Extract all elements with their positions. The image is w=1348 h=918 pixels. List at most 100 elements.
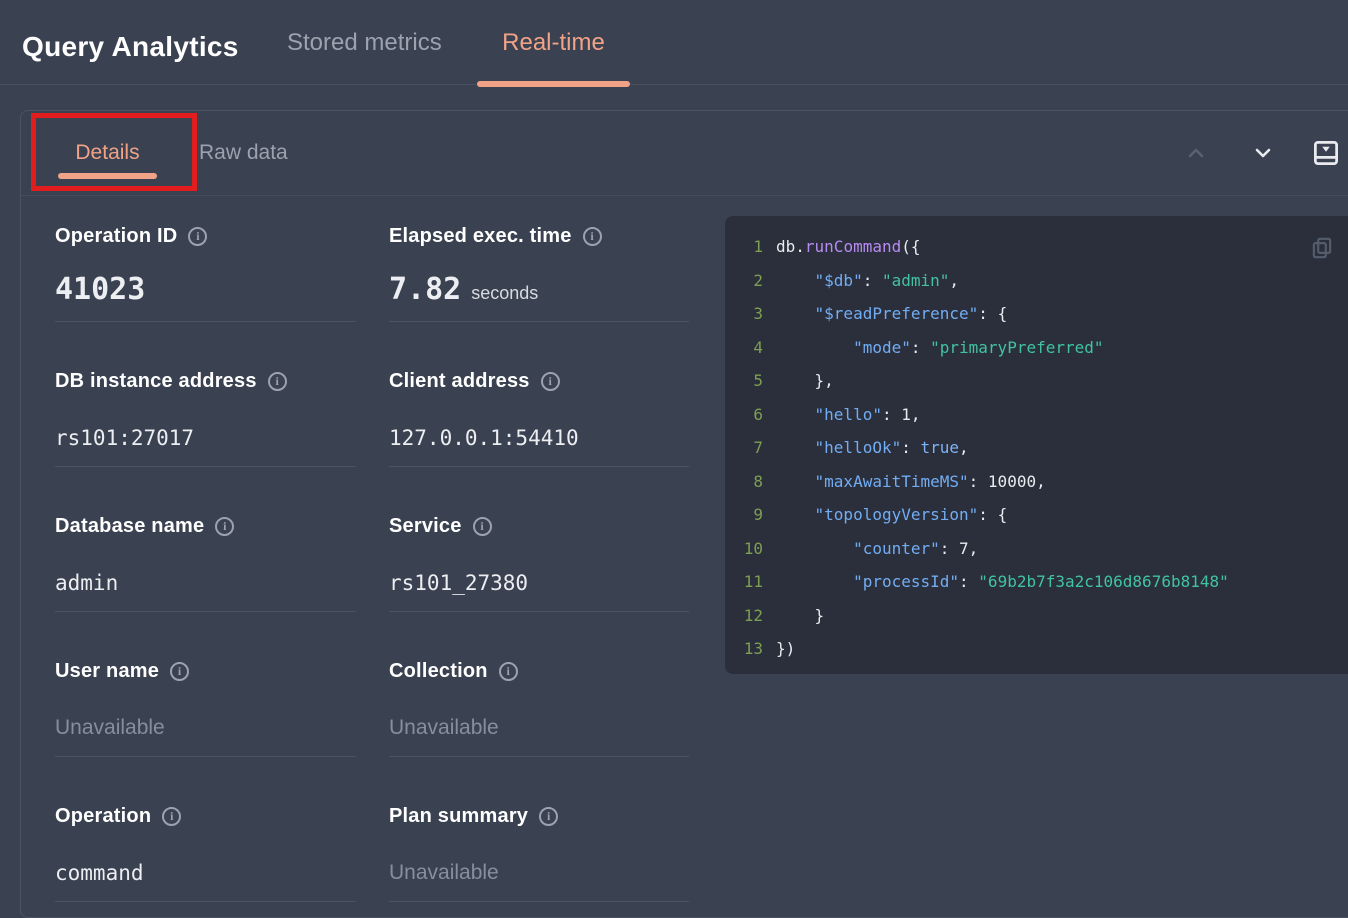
field-db-instance-address: DB instance address i rs101:27017	[55, 370, 356, 467]
query-details-fields: Operation ID i 41023 Elapsed exec. time …	[55, 225, 689, 902]
code-line: 12 }	[725, 599, 1348, 633]
info-icon[interactable]: i	[473, 517, 492, 536]
code-text: "topologyVersion": {	[776, 505, 1007, 524]
line-number: 4	[725, 338, 763, 357]
copy-button[interactable]	[1309, 235, 1335, 261]
chevron-down-button[interactable]	[1249, 139, 1277, 167]
code-text: "maxAwaitTimeMS": 10000,	[776, 472, 1046, 491]
field-label: Elapsed exec. time	[389, 225, 572, 248]
info-icon[interactable]: i	[268, 372, 287, 391]
page-title: Query Analytics	[22, 31, 239, 63]
line-number: 13	[725, 639, 763, 658]
code-text: },	[776, 371, 834, 390]
info-icon[interactable]: i	[583, 227, 602, 246]
details-tab-underline	[58, 173, 157, 179]
info-icon[interactable]: i	[170, 662, 189, 681]
code-line: 11 "processId": "69b2b7f3a2c106d8676b814…	[725, 565, 1348, 599]
field-label: Operation ID	[55, 225, 177, 248]
field-label: Client address	[389, 370, 530, 393]
field-value: Unavailable	[389, 861, 689, 885]
code-line: 4 "mode": "primaryPreferred"	[725, 331, 1348, 365]
code-lines: 1 db.runCommand({ 2 "$db": "admin", 3 "$…	[725, 230, 1348, 666]
info-icon[interactable]: i	[215, 517, 234, 536]
code-text: "$readPreference": {	[776, 304, 1007, 323]
field-value: admin	[55, 571, 356, 595]
field-elapsed-exec-time: Elapsed exec. time i 7.82seconds	[389, 225, 689, 322]
code-text: "helloOk": true,	[776, 438, 969, 457]
line-number: 7	[725, 438, 763, 457]
copy-icon	[1309, 235, 1335, 261]
field-plan-summary: Plan summary i Unavailable	[389, 805, 689, 902]
info-icon[interactable]: i	[539, 807, 558, 826]
info-icon[interactable]: i	[162, 807, 181, 826]
line-number: 2	[725, 271, 763, 290]
code-text: }	[776, 606, 824, 625]
code-line: 6 "hello": 1,	[725, 398, 1348, 432]
tab-raw-data-label: Raw data	[199, 141, 288, 165]
tab-real-time[interactable]: Real-time	[477, 0, 630, 85]
tab-details[interactable]: Details	[58, 111, 157, 195]
code-line: 1 db.runCommand({	[725, 230, 1348, 264]
field-client-address: Client address i 127.0.0.1:54410	[389, 370, 689, 467]
field-label: Service	[389, 515, 462, 538]
line-number: 3	[725, 304, 763, 323]
code-line: 5 },	[725, 364, 1348, 398]
line-number: 9	[725, 505, 763, 524]
field-user-name: User name i Unavailable	[55, 660, 356, 757]
field-value: 127.0.0.1:54410	[389, 426, 689, 450]
code-text: "hello": 1,	[776, 405, 921, 424]
field-value: rs101:27017	[55, 426, 356, 450]
chevron-down-icon	[1251, 141, 1275, 165]
info-icon[interactable]: i	[541, 372, 560, 391]
field-label: Plan summary	[389, 805, 528, 828]
code-text: "counter": 7,	[776, 539, 978, 558]
active-tab-underline	[477, 81, 630, 87]
code-line: 10 "counter": 7,	[725, 532, 1348, 566]
field-label: Database name	[55, 515, 204, 538]
query-code-block: 1 db.runCommand({ 2 "$db": "admin", 3 "$…	[725, 216, 1348, 674]
code-line: 13 })	[725, 632, 1348, 666]
field-database-name: Database name i admin	[55, 515, 356, 612]
field-value: 7.82seconds	[389, 272, 689, 307]
tab-stored-metrics[interactable]: Stored metrics	[287, 0, 442, 85]
field-operation-id: Operation ID i 41023	[55, 225, 356, 322]
code-text: })	[776, 639, 795, 658]
field-label: DB instance address	[55, 370, 257, 393]
line-number: 1	[725, 237, 763, 256]
field-collection: Collection i Unavailable	[389, 660, 689, 757]
field-value: Unavailable	[389, 716, 689, 740]
code-text: "mode": "primaryPreferred"	[776, 338, 1104, 357]
app-header: Query Analytics Stored metrics Real-time	[0, 0, 1348, 85]
code-line: 8 "maxAwaitTimeMS": 10000,	[725, 465, 1348, 499]
chevron-up-icon	[1184, 141, 1208, 165]
tab-details-label: Details	[75, 141, 139, 165]
field-label: Collection	[389, 660, 488, 683]
field-service: Service i rs101_27380	[389, 515, 689, 612]
field-value: Unavailable	[55, 716, 356, 740]
field-value: rs101_27380	[389, 571, 689, 595]
code-line: 9 "topologyVersion": {	[725, 498, 1348, 532]
code-line: 3 "$readPreference": {	[725, 297, 1348, 331]
field-label: User name	[55, 660, 159, 683]
line-number: 5	[725, 371, 763, 390]
line-number: 6	[725, 405, 763, 424]
field-label: Operation	[55, 805, 151, 828]
code-text: "processId": "69b2b7f3a2c106d8676b8148"	[776, 572, 1229, 591]
panel-tabbar: Details Raw data	[21, 111, 1348, 196]
field-operation: Operation i command	[55, 805, 356, 902]
code-line: 2 "$db": "admin",	[725, 264, 1348, 298]
field-value: command	[55, 861, 356, 885]
field-value: 41023	[55, 272, 356, 307]
tab-stored-metrics-label: Stored metrics	[287, 29, 442, 57]
line-number: 10	[725, 539, 763, 558]
info-icon[interactable]: i	[188, 227, 207, 246]
line-number: 8	[725, 472, 763, 491]
chevron-up-button[interactable]	[1182, 139, 1210, 167]
save-list-button[interactable]	[1312, 139, 1340, 167]
info-icon[interactable]: i	[499, 662, 518, 681]
code-line: 7 "helloOk": true,	[725, 431, 1348, 465]
query-details-panel: Details Raw data	[20, 110, 1348, 918]
tab-raw-data[interactable]: Raw data	[199, 111, 288, 195]
code-text: "$db": "admin",	[776, 271, 959, 290]
line-number: 12	[725, 606, 763, 625]
